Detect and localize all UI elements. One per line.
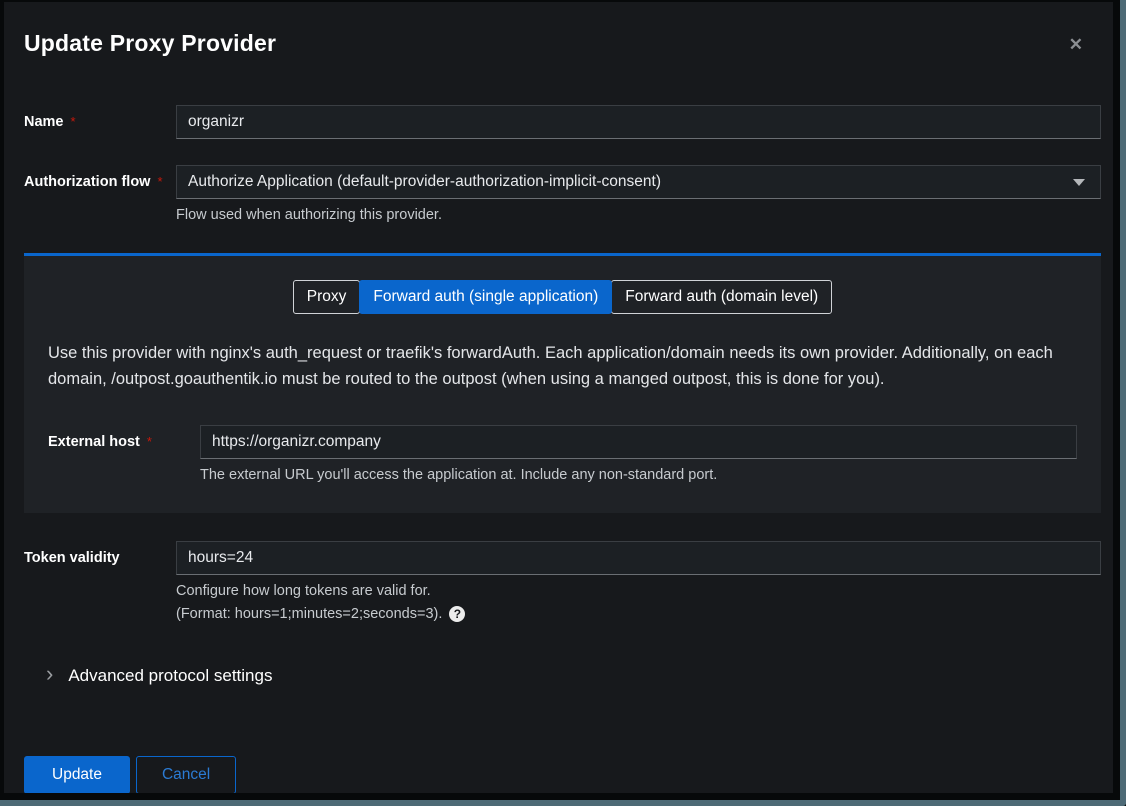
mode-description: Use this provider with nginx's auth_requ…	[48, 340, 1077, 393]
update-button[interactable]: Update	[24, 756, 130, 793]
external-host-label-text: External host	[48, 434, 140, 450]
authorization-flow-select[interactable]: Authorize Application (default-provider-…	[176, 165, 1101, 199]
name-label: Name *	[24, 105, 176, 130]
proxy-mode-card: Proxy Forward auth (single application) …	[24, 253, 1101, 513]
external-host-row: External host * The external URL you'll a…	[48, 425, 1077, 483]
window-frame: Update Proxy Provider ✕ Name * Authorizat…	[0, 0, 1126, 806]
required-asterisk: *	[147, 434, 152, 449]
advanced-protocol-settings-label: Advanced protocol settings	[68, 666, 272, 686]
name-label-text: Name	[24, 114, 64, 130]
authorization-flow-selected-value: Authorize Application (default-provider-…	[188, 173, 661, 191]
token-validity-field[interactable]	[176, 541, 1101, 575]
name-field[interactable]	[176, 105, 1101, 139]
mode-toggle-group: Proxy Forward auth (single application) …	[48, 280, 1077, 314]
authorization-flow-row: Authorization flow * Authorize Applicatio…	[24, 165, 1101, 223]
name-row: Name *	[24, 105, 1101, 139]
token-validity-help-line2: (Format: hours=1;minutes=2;seconds=3). ?	[176, 606, 1101, 622]
token-validity-row: Token validity Configure how long tokens…	[24, 541, 1101, 622]
modal-header: Update Proxy Provider ✕	[24, 30, 1101, 57]
tab-forward-auth-domain-level[interactable]: Forward auth (domain level)	[611, 280, 832, 314]
cancel-button[interactable]: Cancel	[136, 756, 236, 793]
update-proxy-provider-modal: Update Proxy Provider ✕ Name * Authorizat…	[4, 2, 1113, 793]
tab-proxy[interactable]: Proxy	[293, 280, 361, 314]
external-host-field[interactable]	[200, 425, 1077, 459]
token-validity-format-text: (Format: hours=1;minutes=2;seconds=3).	[176, 606, 442, 622]
chevron-down-icon	[1073, 179, 1085, 186]
modal-footer: Update Cancel	[24, 756, 1101, 793]
authorization-flow-help: Flow used when authorizing this provider…	[176, 207, 1101, 223]
page-title: Update Proxy Provider	[24, 30, 276, 57]
token-validity-label: Token validity	[24, 541, 176, 566]
authorization-flow-label-text: Authorization flow	[24, 174, 150, 190]
required-asterisk: *	[71, 114, 76, 129]
authorization-flow-label: Authorization flow *	[24, 165, 176, 190]
close-icon[interactable]: ✕	[1069, 36, 1083, 53]
tab-forward-auth-single-application[interactable]: Forward auth (single application)	[359, 280, 612, 314]
external-host-label: External host *	[48, 425, 200, 450]
chevron-right-icon: ›	[46, 663, 53, 685]
advanced-protocol-settings-toggle[interactable]: › Advanced protocol settings	[24, 666, 1101, 686]
token-validity-help-line1: Configure how long tokens are valid for.	[176, 583, 1101, 599]
required-asterisk: *	[157, 174, 162, 189]
external-host-help: The external URL you'll access the appli…	[200, 467, 1077, 483]
question-circle-icon[interactable]: ?	[449, 606, 465, 622]
